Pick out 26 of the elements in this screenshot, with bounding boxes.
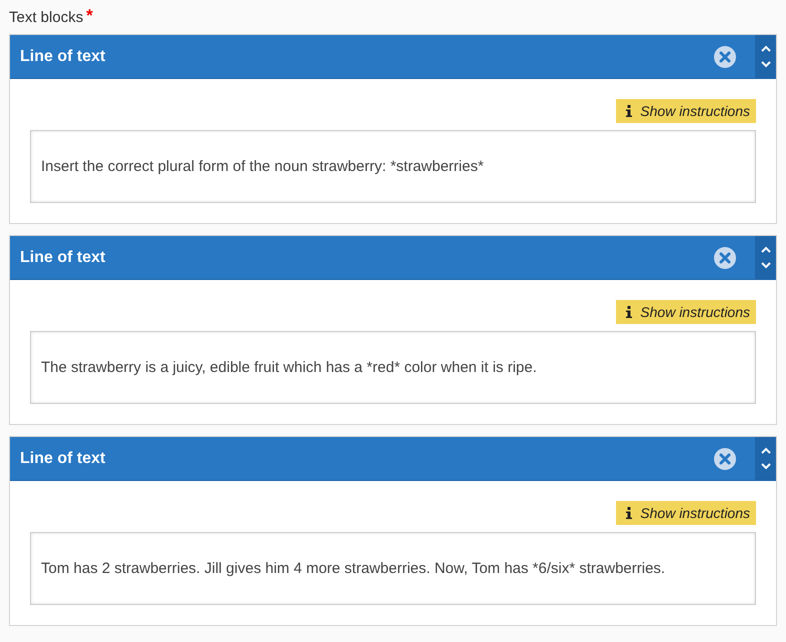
remove-icon[interactable] xyxy=(714,46,736,68)
reorder-control[interactable] xyxy=(755,236,776,279)
text-input-field[interactable]: The strawberry is a juicy, edible fruit which has a *red* color when it is ripe. xyxy=(30,331,756,404)
reorder-control[interactable] xyxy=(755,35,776,78)
chevron-up-icon[interactable] xyxy=(760,446,770,454)
show-instructions-button[interactable]: Show instructions xyxy=(616,501,756,525)
show-instructions-button[interactable]: Show instructions xyxy=(616,300,756,324)
remove-icon[interactable] xyxy=(714,448,736,470)
chevron-down-icon[interactable] xyxy=(760,61,770,68)
chevron-up-icon[interactable] xyxy=(760,44,770,52)
field-label: Text blocks xyxy=(9,9,84,26)
chevron-down-icon[interactable] xyxy=(760,463,770,470)
info-icon xyxy=(626,105,632,117)
chevron-up-icon[interactable] xyxy=(760,246,770,253)
text-input-field[interactable]: Tom has 2 strawberries. Jill gives him 4 more strawberries. Now, Tom has *6/six* strawberries. xyxy=(30,532,756,605)
info-icon xyxy=(626,507,632,519)
remove-icon[interactable] xyxy=(714,246,736,268)
show-instructions-button[interactable]: Show instructions xyxy=(616,99,756,123)
reorder-control[interactable] xyxy=(755,437,776,480)
text-input-field[interactable]: Insert the correct plural form of the noun strawberry: *strawberries* xyxy=(30,130,756,203)
chevron-down-icon[interactable] xyxy=(760,262,770,270)
required-mark: * xyxy=(86,6,93,26)
block-title: Line of text xyxy=(19,48,106,66)
info-icon xyxy=(626,306,632,318)
block-title: Line of text xyxy=(19,450,106,468)
block-title: Line of text xyxy=(19,248,106,266)
